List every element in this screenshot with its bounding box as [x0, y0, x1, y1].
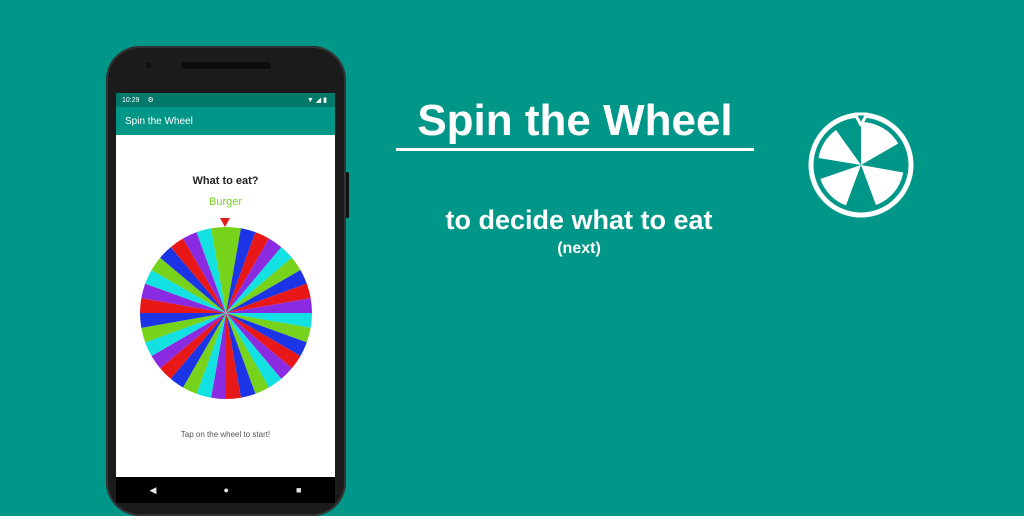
- main-content: What to eat? Burger Tap on the wheel to …: [116, 135, 335, 452]
- phone-mockup: 10:29 ⚙ ▼◢▮ Spin the Wheel What to eat? …: [106, 46, 349, 516]
- hint-text: Tap on the wheel to start!: [180, 430, 271, 439]
- status-bar: 10:29 ⚙ ▼◢▮: [116, 93, 335, 107]
- app-bar: Spin the Wheel: [116, 107, 335, 135]
- wheel-logo-icon: [808, 112, 914, 218]
- subtitle: to decide what to eat: [445, 205, 713, 235]
- wheel-pointer-icon: [220, 218, 230, 227]
- headline-underline: [396, 148, 754, 151]
- subtitle-next: (next): [557, 240, 601, 257]
- battery-icon: ▮: [323, 97, 329, 104]
- settings-icon: ⚙: [147, 97, 154, 104]
- home-icon[interactable]: ●: [224, 485, 229, 495]
- spin-wheel[interactable]: [140, 227, 312, 399]
- phone-screen: 10:29 ⚙ ▼◢▮ Spin the Wheel What to eat? …: [116, 93, 335, 503]
- phone-side-button: [346, 172, 349, 218]
- phone-camera: [146, 63, 151, 68]
- back-icon[interactable]: ◀: [150, 485, 157, 496]
- nav-bar: ◀ ● ■: [116, 477, 335, 503]
- status-time: 10:29: [122, 96, 140, 104]
- phone-speaker: [181, 62, 271, 69]
- app-bar-title: Spin the Wheel: [125, 115, 193, 127]
- question-label: What to eat?: [192, 175, 259, 187]
- status-icons: ▼◢▮: [307, 96, 329, 104]
- wifi-icon: ▼: [306, 97, 316, 104]
- headline: Spin the Wheel: [417, 96, 733, 145]
- recents-icon[interactable]: ■: [296, 485, 301, 495]
- result-label: Burger: [208, 196, 243, 208]
